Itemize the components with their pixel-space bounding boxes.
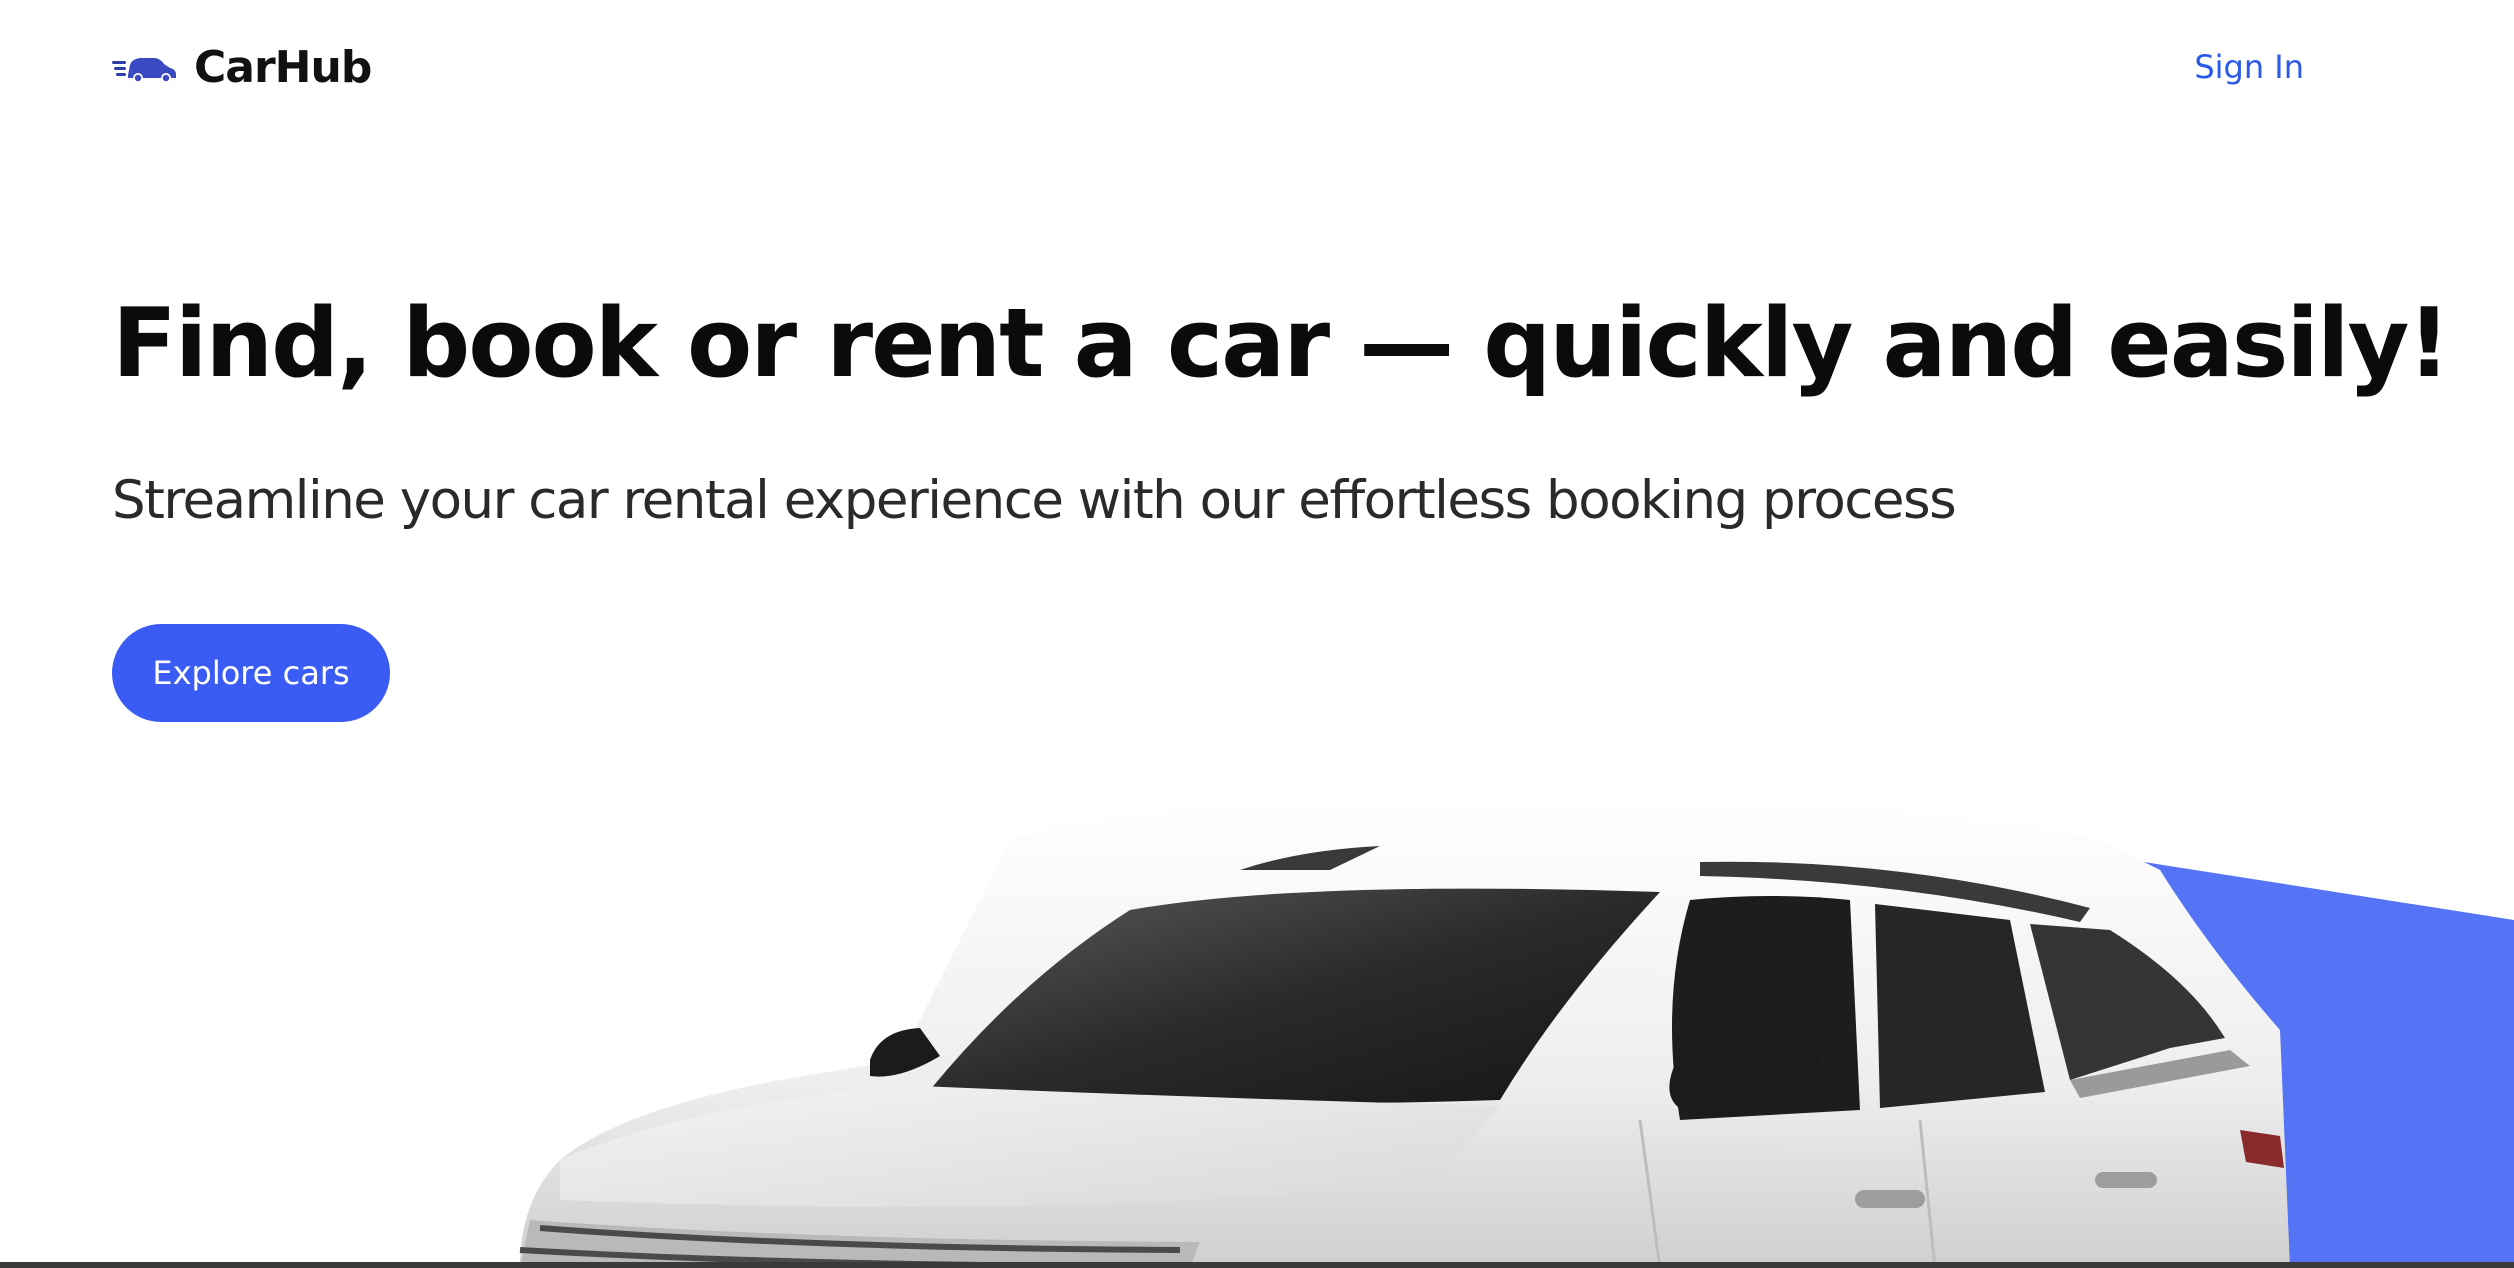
hero-subtitle: Streamline your car rental experience wi…: [112, 470, 1957, 531]
explore-cars-button[interactable]: Explore cars: [112, 624, 390, 722]
sign-in-button[interactable]: Sign In: [2194, 48, 2304, 86]
hero-image: [0, 780, 2514, 1268]
landing-page: CarHub Sign In Find, book or rent a car …: [0, 0, 2514, 1268]
hero-title: Find, book or rent a car — quickly and e…: [112, 289, 2451, 399]
white-suv-image: [519, 798, 2514, 1268]
brand-name: CarHub: [194, 42, 372, 93]
navbar: CarHub Sign In: [0, 0, 2514, 145]
car-speed-icon: [112, 57, 176, 83]
brand-logo[interactable]: CarHub: [112, 42, 372, 93]
page-bottom-edge: [0, 1262, 2514, 1268]
